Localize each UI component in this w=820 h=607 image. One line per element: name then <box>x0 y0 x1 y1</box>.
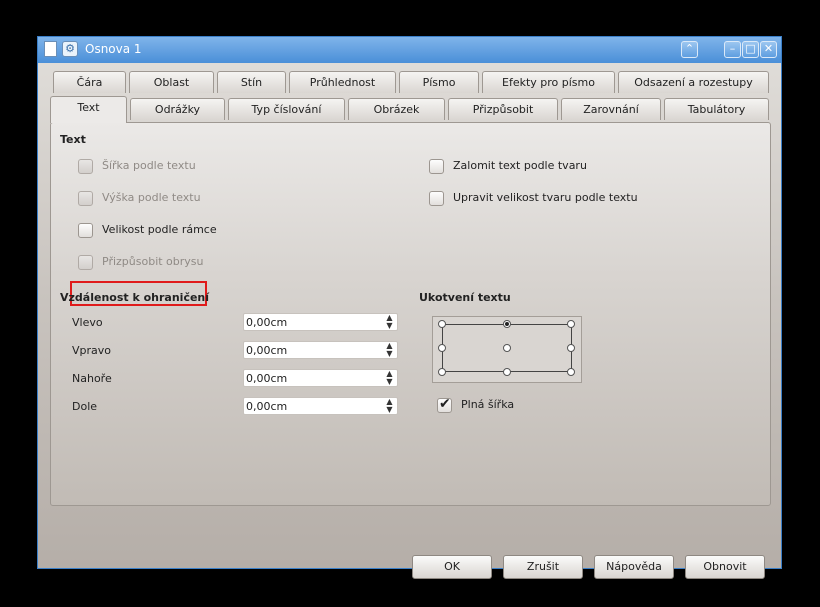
close-icon[interactable]: ✕ <box>760 41 777 58</box>
anchor-bottom-center[interactable] <box>503 368 511 376</box>
right-spacing-input[interactable]: 0,00cm ▲ ▼ <box>243 341 398 359</box>
maximize-icon[interactable]: □ <box>742 41 759 58</box>
top-spacing-label: Nahoře <box>72 372 112 385</box>
full-width-label[interactable]: Plná šířka <box>461 398 514 411</box>
tab-efekty-pro-pismo[interactable]: Efekty pro písmo <box>482 71 615 93</box>
window-title: Osnova 1 <box>85 42 142 56</box>
left-spacing-value: 0,00cm <box>246 316 288 329</box>
tab-prizpusobit[interactable]: Přizpůsobit <box>448 98 558 120</box>
tab-pismo[interactable]: Písmo <box>399 71 479 93</box>
tab-pruhlednost[interactable]: Průhlednost <box>289 71 396 93</box>
anchor-section-header: Ukotvení textu <box>419 291 511 304</box>
tab-oblast[interactable]: Oblast <box>129 71 214 93</box>
bottom-spacing-input[interactable]: 0,00cm ▲ ▼ <box>243 397 398 415</box>
anchor-top-left[interactable] <box>438 320 446 328</box>
dialog-window: ⚙ Osnova 1 ⌃ – □ ✕ Čára Oblast Stín Průh… <box>37 36 782 579</box>
right-spacing-value: 0,00cm <box>246 344 288 357</box>
bottom-spacing-label: Dole <box>72 400 98 413</box>
spin-arrows-icon[interactable]: ▲ ▼ <box>384 342 395 358</box>
spin-arrows-icon[interactable]: ▲ ▼ <box>384 370 395 386</box>
fit-contour-label: Přizpůsobit obrysu <box>102 255 204 268</box>
tab-cara[interactable]: Čára <box>53 71 126 93</box>
anchor-middle-right[interactable] <box>567 344 575 352</box>
tab-obrazek[interactable]: Obrázek <box>348 98 445 120</box>
top-spacing-value: 0,00cm <box>246 372 288 385</box>
top-spacing-input[interactable]: 0,00cm ▲ ▼ <box>243 369 398 387</box>
text-anchor-picker[interactable] <box>432 316 582 383</box>
reset-button[interactable]: Obnovit <box>685 555 765 579</box>
fit-height-checkbox <box>78 191 93 206</box>
minimize-icon[interactable]: – <box>724 41 741 58</box>
anchor-top-center[interactable] <box>503 320 511 328</box>
full-width-checkbox[interactable]: ✔ <box>437 396 452 413</box>
help-button[interactable]: Nápověda <box>594 555 674 579</box>
dialog-content: Čára Oblast Stín Průhlednost Písmo Efekt… <box>38 63 781 579</box>
anchor-bottom-left[interactable] <box>438 368 446 376</box>
chevron-up-icon[interactable]: ⌃ <box>681 41 698 58</box>
anchor-middle-left[interactable] <box>438 344 446 352</box>
tab-stin[interactable]: Stín <box>217 71 286 93</box>
right-spacing-label: Vpravo <box>72 344 112 357</box>
word-wrap-checkbox[interactable] <box>429 159 444 174</box>
tab-zarovnani[interactable]: Zarovnání <box>561 98 661 120</box>
spin-arrows-icon[interactable]: ▲ ▼ <box>384 314 395 330</box>
left-spacing-label: Vlevo <box>72 316 103 329</box>
anchor-bottom-right[interactable] <box>567 368 575 376</box>
fit-width-label: Šířka podle textu <box>102 159 196 172</box>
title-bar[interactable]: ⚙ Osnova 1 ⌃ – □ ✕ <box>38 37 781 63</box>
cancel-button[interactable]: Zrušit <box>503 555 583 579</box>
spin-arrows-icon[interactable]: ▲ ▼ <box>384 398 395 414</box>
ok-button[interactable]: OK <box>412 555 492 579</box>
left-spacing-input[interactable]: 0,00cm ▲ ▼ <box>243 313 398 331</box>
word-wrap-label[interactable]: Zalomit text podle tvaru <box>453 159 587 172</box>
tab-odrazky[interactable]: Odrážky <box>130 98 225 120</box>
tab-text[interactable]: Text <box>50 96 127 123</box>
tab-odsazeni[interactable]: Odsazení a rozestupy <box>618 71 769 93</box>
fit-contour-checkbox <box>78 255 93 270</box>
fit-frame-checkbox[interactable] <box>78 223 93 238</box>
checkmark-icon: ✔ <box>439 396 451 412</box>
anchor-center[interactable] <box>503 344 511 352</box>
resize-shape-label[interactable]: Upravit velikost tvaru podle textu <box>453 191 638 204</box>
tab-typ-cislovani[interactable]: Typ číslování <box>228 98 345 120</box>
app-icon: ⚙ <box>62 41 78 57</box>
spacing-section-header: Vzdálenost k ohraničení <box>60 291 210 304</box>
fit-height-label: Výška podle textu <box>102 191 201 204</box>
tab-tabulatory[interactable]: Tabulátory <box>664 98 769 120</box>
fit-frame-label[interactable]: Velikost podle rámce <box>102 223 217 236</box>
document-icon <box>44 41 57 57</box>
fit-width-checkbox <box>78 159 93 174</box>
anchor-top-right[interactable] <box>567 320 575 328</box>
bottom-spacing-value: 0,00cm <box>246 400 288 413</box>
tab-panel-text: Text Šířka podle textu Výška podle textu… <box>50 122 771 506</box>
text-section-header: Text <box>60 133 86 146</box>
resize-shape-checkbox[interactable] <box>429 191 444 206</box>
